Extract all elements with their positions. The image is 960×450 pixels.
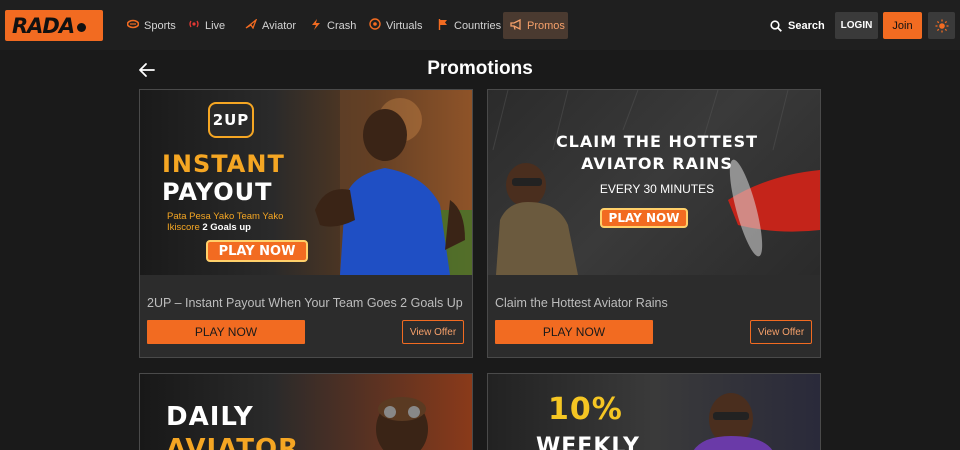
banner-2up-sub2: Ikiscore 2 Goals up [167, 222, 251, 233]
search-label: Search [788, 19, 825, 32]
page-title: Promotions [427, 58, 533, 79]
banner-weekly-line2: WEEKLY [536, 434, 640, 450]
promo-card-2up: 2UP INSTANT PAYOUT Pata Pesa Yako Team Y… [139, 89, 473, 358]
arrow-left-icon [139, 63, 155, 77]
banner-aviator-sub: EVERY 30 MINUTES [599, 182, 715, 196]
nav-item-countries[interactable]: Countries [430, 12, 508, 39]
promo-banner-daily-aviator[interactable]: DAILY AVIATOR [140, 374, 472, 450]
promo-card-daily-aviator: DAILY AVIATOR [139, 373, 473, 450]
nav-label-aviator: Aviator [262, 19, 297, 32]
nav-item-promos[interactable]: Promos [503, 12, 568, 39]
play-now-button[interactable]: PLAY NOW [495, 320, 653, 344]
nav-item-sports[interactable]: Sports [120, 12, 183, 39]
join-button[interactable]: Join [883, 12, 922, 39]
view-offer-button[interactable]: View Offer [402, 320, 464, 344]
banner-daily-line1: DAILY [166, 402, 254, 432]
banner-2up-line1: INSTANT [162, 150, 285, 178]
login-button[interactable]: LOGIN [835, 12, 878, 39]
banner-2up-cta: PLAY NOW [206, 240, 308, 262]
search-button[interactable]: Search [770, 12, 825, 39]
banner-2up-badge: 2UP [208, 102, 254, 138]
logo-text: RADA [12, 13, 75, 38]
promo-card-weekly-cashback: 10% WEEKLY [487, 373, 821, 450]
nav-label-live: Live [205, 19, 226, 32]
promo-title: 2UP – Instant Payout When Your Team Goes… [147, 296, 463, 310]
banner-weekly-line1: 10% [548, 392, 623, 427]
back-button[interactable] [138, 62, 156, 78]
promo-banner-aviator-rains[interactable]: CLAIM THE HOTTEST AVIATOR RAINS EVERY 30… [488, 90, 820, 275]
nav-item-crash[interactable]: Crash [303, 12, 363, 39]
theme-toggle-button[interactable] [928, 12, 955, 39]
top-nav: RADA Sports Live Aviator Crash Virtuals [0, 0, 960, 50]
banner-daily-line2: AVIATOR [166, 434, 300, 450]
virtuals-icon [369, 18, 381, 33]
nav-item-live[interactable]: Live [181, 12, 232, 39]
megaphone-icon [510, 18, 522, 33]
banner-aviator-line2: AVIATOR RAINS [581, 154, 733, 173]
view-offer-button[interactable]: View Offer [750, 320, 812, 344]
play-now-button[interactable]: PLAY NOW [147, 320, 305, 344]
logo-badge-icon [77, 23, 87, 32]
rada-logo[interactable]: RADA [5, 10, 103, 41]
nav-label-promos: Promos [527, 19, 565, 32]
banner-2up-sub2a: Ikiscore [167, 222, 203, 233]
banner-2up-line2: PAYOUT [162, 178, 273, 206]
bolt-icon [310, 18, 322, 33]
nav-item-virtuals[interactable]: Virtuals [362, 12, 429, 39]
nav-label-countries: Countries [454, 19, 502, 32]
sun-icon [935, 19, 948, 32]
banner-2up-sub2b: 2 Goals up [202, 222, 251, 233]
promo-banner-2up[interactable]: 2UP INSTANT PAYOUT Pata Pesa Yako Team Y… [140, 90, 472, 275]
banner-aviator-line1: CLAIM THE HOTTEST [555, 132, 759, 151]
promo-title: Claim the Hottest Aviator Rains [495, 296, 668, 310]
nav-label-virtuals: Virtuals [386, 19, 423, 32]
promo-banner-weekly[interactable]: 10% WEEKLY [488, 374, 820, 450]
banner-2up-sub1: Pata Pesa Yako Team Yako [167, 211, 284, 222]
plane-icon [245, 18, 258, 32]
flag-icon [437, 18, 449, 33]
banner-aviator-cta: PLAY NOW [600, 208, 688, 228]
nav-item-aviator[interactable]: Aviator [238, 12, 303, 39]
ball-icon [126, 19, 140, 32]
nav-label-crash: Crash [327, 19, 357, 32]
search-icon [770, 19, 782, 32]
promo-card-aviator-rains: CLAIM THE HOTTEST AVIATOR RAINS EVERY 30… [487, 89, 821, 358]
live-icon [188, 19, 200, 32]
nav-label-sports: Sports [144, 19, 176, 32]
